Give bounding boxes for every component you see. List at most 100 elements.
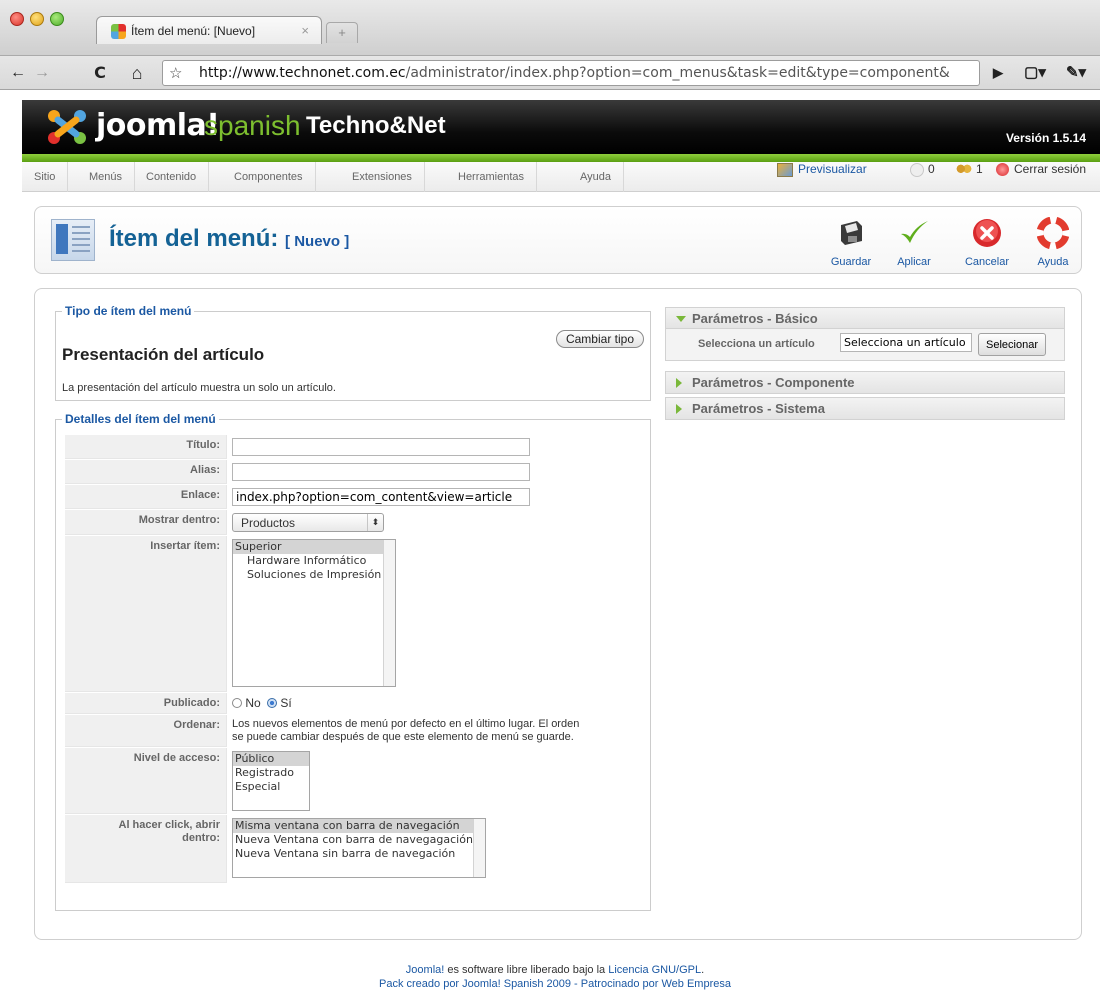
url-path: /administrator/index.php?option=com_menu… [405, 65, 950, 81]
published-no-label: No [245, 696, 261, 710]
forward-button[interactable]: → [32, 62, 52, 84]
change-type-button[interactable]: Cambiar tipo [555, 330, 644, 348]
page-content: joomla! spanish Techno&Net Versión 1.5.1… [10, 90, 1100, 994]
title-input[interactable] [232, 438, 530, 456]
insert-item-listbox[interactable]: Superior Hardware Informático Soluciones… [232, 539, 396, 687]
published-yes-radio[interactable] [267, 698, 278, 708]
browser-titlebar: Ítem del menú: [Nuevo] × + [0, 0, 1100, 56]
menu-ayuda[interactable]: Ayuda [568, 162, 624, 192]
listbox-scrollbar[interactable] [473, 819, 485, 877]
url-text: http://www.technonet.com.ec/administrato… [199, 65, 950, 81]
save-label: Guardar [830, 256, 872, 268]
menu-extensiones[interactable]: Extensiones [340, 162, 425, 192]
show-in-select[interactable]: Productos ⬍ [232, 513, 384, 532]
list-item[interactable]: Nueva Ventana con barra de navegagación [233, 833, 485, 847]
menu-herramientas[interactable]: Herramientas [446, 162, 538, 192]
version-label: Versión 1.5.14 [1005, 131, 1086, 145]
access-level-listbox[interactable]: Público Registrado Especial [232, 751, 310, 811]
open-in-label-line-2: dentro: [182, 832, 220, 844]
list-item[interactable]: Soluciones de Impresión [233, 568, 395, 582]
params-basic-title: Parámetros - Básico [692, 311, 818, 326]
list-item[interactable]: Público [233, 752, 309, 766]
new-tab-button[interactable]: + [326, 22, 358, 43]
header-accent-bar [22, 154, 1100, 162]
users-count[interactable]: 1 [956, 162, 983, 176]
logout-link[interactable]: Cerrar sesión [996, 162, 1086, 177]
tools-menu-button[interactable]: ✎▾ [1058, 62, 1094, 84]
footer-line-1: Joomla! es software libre liberado bajo … [10, 964, 1100, 976]
main-form-box: Tipo de ítem del menú Cambiar tipo Prese… [34, 288, 1082, 940]
access-row: Nivel de acceso: Público Registrado Espe… [65, 748, 643, 814]
details-form-table: Título: Alias: Enlace: Mostrar dentro: [64, 434, 644, 884]
insert-label: Insertar ítem: [65, 536, 227, 692]
tab-close-icon[interactable]: × [301, 23, 309, 38]
params-basic-header[interactable]: Parámetros - Básico [665, 307, 1065, 329]
cancel-button[interactable]: Cancelar [959, 217, 1015, 268]
published-row: Publicado: No Sí [65, 693, 643, 714]
menu-contenido[interactable]: Contenido [134, 162, 210, 192]
show-in-label: Mostrar dentro: [65, 510, 227, 535]
address-bar[interactable]: ☆ http://www.technonet.com.ec/administra… [162, 60, 980, 86]
site-header: joomla! spanish Techno&Net Versión 1.5.1… [22, 100, 1100, 154]
license-link[interactable]: Licencia GNU/GPL [608, 964, 701, 976]
save-button[interactable]: Guardar [823, 217, 879, 268]
joomla-favicon-icon [111, 24, 126, 39]
alias-input[interactable] [232, 463, 530, 481]
apply-button[interactable]: Aplicar [886, 217, 942, 268]
preview-link[interactable]: Previsualizar [777, 162, 867, 177]
listbox-scrollbar[interactable] [383, 540, 395, 686]
link-row: Enlace: [65, 485, 643, 509]
select-article-button[interactable]: Selecionar [978, 333, 1046, 356]
menu-item-type-legend: Tipo de ítem del menú [62, 304, 195, 318]
page-title-sub: [ Nuevo ] [285, 233, 350, 250]
list-item[interactable]: Nueva Ventana sin barra de navegación [233, 847, 485, 861]
list-item[interactable]: Especial [233, 780, 309, 794]
home-button[interactable]: ⌂ [124, 62, 150, 84]
browser-tab[interactable]: Ítem del menú: [Nuevo] × [96, 16, 322, 44]
users-icon [956, 163, 972, 176]
menu-componentes[interactable]: Componentes [222, 162, 316, 192]
alias-row: Alias: [65, 460, 643, 484]
params-component-header[interactable]: Parámetros - Componente [665, 371, 1065, 394]
link-input[interactable] [232, 488, 530, 506]
select-article-input[interactable] [840, 333, 972, 352]
list-item[interactable]: Misma ventana con barra de navegación [233, 819, 473, 833]
zoom-window-button[interactable] [50, 12, 64, 26]
order-label: Ordenar: [65, 715, 227, 747]
close-window-button[interactable] [10, 12, 24, 26]
title-row: Título: [65, 435, 643, 459]
params-system-header[interactable]: Parámetros - Sistema [665, 397, 1065, 420]
title-toolbar-box: Ítem del menú: [ Nuevo ] Guardar Aplicar [34, 206, 1082, 274]
messages-count[interactable]: 0 [910, 162, 935, 177]
published-label: Publicado: [65, 693, 227, 714]
order-row: Ordenar: Los nuevos elementos de menú po… [65, 715, 643, 747]
link-label: Enlace: [65, 485, 227, 509]
params-basic-panel: Selecciona un artículo Selecionar [665, 329, 1065, 361]
menu-item-type-fieldset: Tipo de ítem del menú Cambiar tipo Prese… [55, 304, 651, 401]
menu-sitio[interactable]: Sitio [22, 162, 69, 192]
messages-count-value: 0 [928, 162, 935, 176]
list-item[interactable]: Registrado [233, 766, 309, 780]
menu-menus[interactable]: Menús [77, 162, 136, 192]
published-yes-label: Sí [280, 696, 292, 710]
go-button[interactable]: ▶ [988, 62, 1008, 84]
list-item[interactable]: Superior [233, 540, 395, 554]
page-menu-button[interactable]: ▢▾ [1018, 62, 1052, 84]
menu-item-details-legend: Detalles del ítem del menú [62, 412, 219, 426]
minimize-window-button[interactable] [30, 12, 44, 26]
help-button[interactable]: Ayuda [1025, 216, 1081, 268]
title-label: Título: [65, 435, 227, 459]
messages-icon [910, 162, 924, 177]
menu-item-type-description: La presentación del artículo muestra un … [62, 382, 336, 394]
reload-button[interactable]: C [90, 62, 110, 84]
published-no-radio[interactable] [232, 698, 242, 708]
back-button[interactable]: ← [8, 62, 28, 84]
list-item[interactable]: Hardware Informático [233, 554, 395, 568]
menu-item-type-heading: Presentación del artículo [62, 345, 265, 364]
bookmark-star-icon[interactable]: ☆ [169, 64, 182, 82]
joomla-link[interactable]: Joomla! [406, 964, 445, 976]
expanded-arrow-icon [676, 316, 686, 322]
open-in-listbox[interactable]: Misma ventana con barra de navegación Nu… [232, 818, 486, 878]
order-text-line-1: Los nuevos elementos de menú por defecto… [232, 718, 580, 730]
cancel-label: Cancelar [964, 256, 1010, 268]
